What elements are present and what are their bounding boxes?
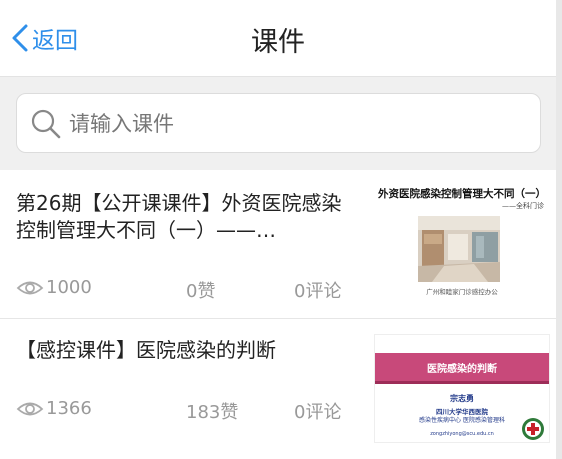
- slide-title-band: 医院感染的判断: [375, 353, 549, 381]
- search-icon: [31, 109, 61, 139]
- eye-icon: [16, 281, 44, 294]
- course-meta: 1000 0赞 0评论: [16, 277, 356, 303]
- view-count: 1366: [16, 398, 92, 419]
- thumbnail-author: 宗志勇: [450, 394, 474, 403]
- hospital-logo-icon: [522, 418, 544, 440]
- search-box[interactable]: [16, 93, 541, 153]
- course-title: 【感控课件】医院感染的判断: [16, 338, 276, 362]
- search-input[interactable]: [67, 106, 531, 142]
- comment-count: 0评论: [294, 402, 342, 423]
- nav-bar: 返回 课件: [0, 0, 556, 77]
- search-area: [0, 77, 556, 170]
- thumbnail-footer: 广州和睦家门诊感控办公: [426, 288, 498, 296]
- clinic-photo: [418, 216, 500, 282]
- view-count-value: 1000: [46, 277, 92, 298]
- eye-icon: [16, 402, 44, 415]
- course-item[interactable]: 【感控课件】医院感染的判断 1366 183赞 0评论 医院感染的判断 宗志勇 …: [0, 319, 556, 459]
- thumbnail-title: 外资医院感染控制管理大不同（一）: [378, 188, 546, 200]
- course-meta: 1366 183赞 0评论: [16, 398, 356, 424]
- view-count: 1000: [16, 277, 92, 298]
- scrollbar[interactable]: [556, 0, 562, 459]
- like-count: 183赞: [186, 402, 239, 423]
- like-count: 0赞: [186, 281, 216, 302]
- view-count-value: 1366: [46, 398, 92, 419]
- thumbnail-subtitle: ——全科门诊: [502, 202, 544, 210]
- page-title: 课件: [251, 27, 305, 58]
- comment-count: 0评论: [294, 281, 342, 302]
- course-title: 第26期【公开课课件】外资医院感染控制管理大不同（一）——…: [16, 191, 342, 242]
- course-thumbnail: 外资医院感染控制管理大不同（一） ——全科门诊 广州和睦家门诊感控办公: [374, 184, 550, 304]
- slide-divider: [375, 381, 549, 384]
- course-thumbnail: 医院感染的判断 宗志勇 四川大学华西医院 感染性疾病中心 医院感染管理科 zon…: [374, 334, 550, 443]
- course-item[interactable]: 第26期【公开课课件】外资医院感染控制管理大不同（一）——… 1000 0赞 0…: [0, 170, 556, 318]
- thumbnail-title: 医院感染的判断: [427, 363, 497, 375]
